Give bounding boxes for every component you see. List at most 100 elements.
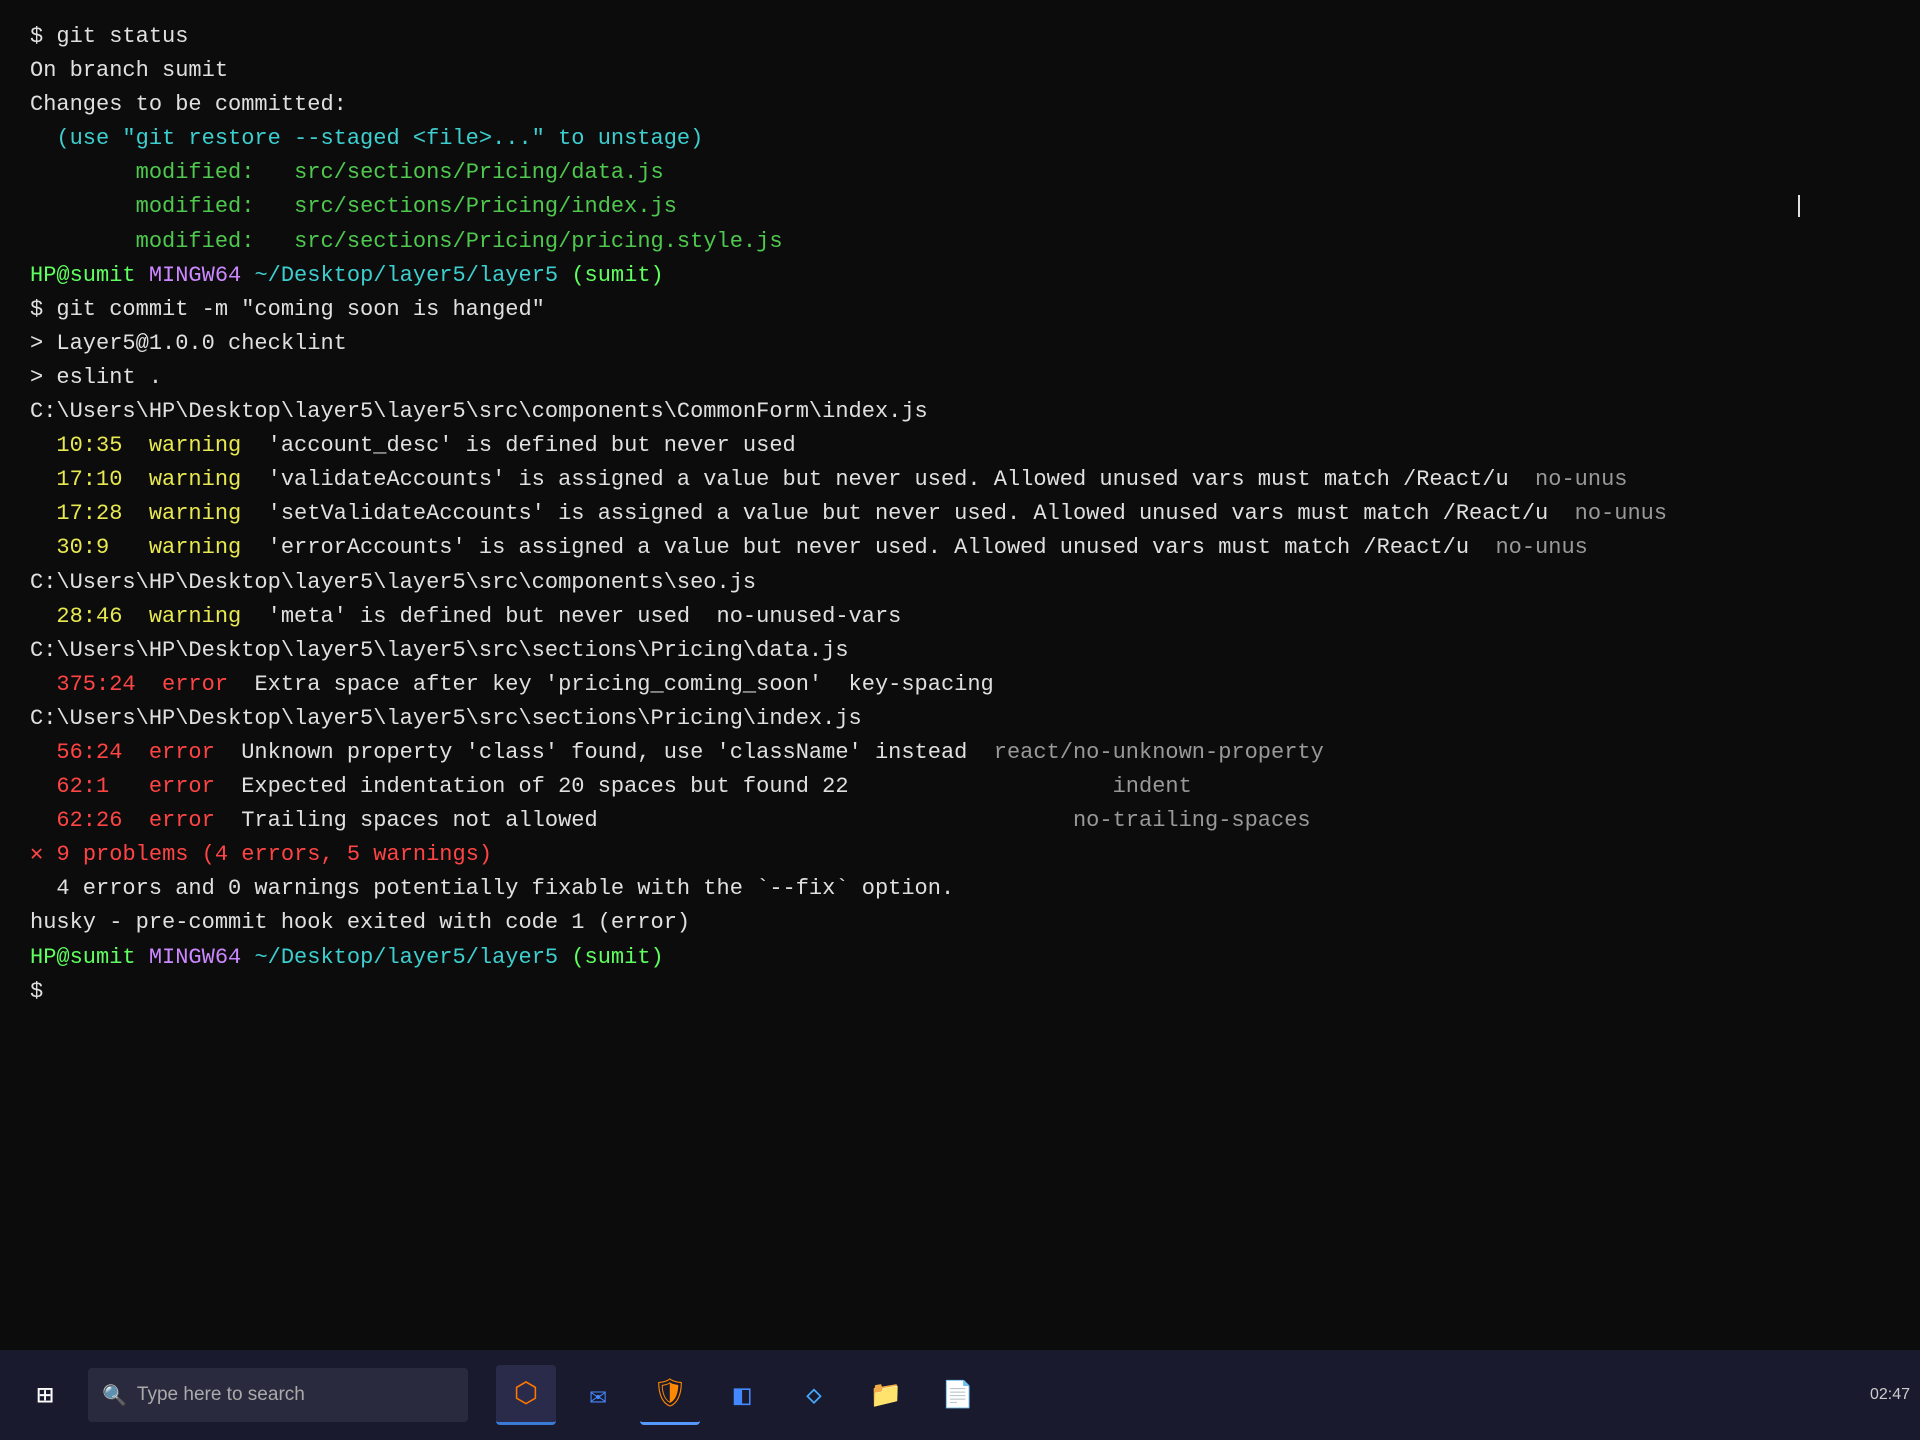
- taskbar-icon-mail[interactable]: ✉: [568, 1365, 628, 1425]
- terminal-text: $ git commit -m "coming soon is hanged": [30, 297, 545, 322]
- terminal-text: $ git status: [30, 24, 188, 49]
- diamond-icon: ◇: [806, 1380, 822, 1411]
- terminal-text: husky - pre-commit hook exited with code…: [30, 910, 690, 935]
- terminal-line-file1: C:\Users\HP\Desktop\layer5\layer5\src\co…: [30, 395, 1890, 429]
- terminal-text: C:\Users\HP\Desktop\layer5\layer5\src\co…: [30, 570, 756, 595]
- taskbar-icon-group: ⬡ ✉ 🛡 ◧ ◇ 📁 📄: [496, 1365, 988, 1425]
- terminal-text: 'setValidateAccounts' is assigned a valu…: [268, 501, 1549, 526]
- terminal-line-changes-line: Changes to be committed:: [30, 88, 1890, 122]
- terminal-line-err4: 62:26 error Trailing spaces not allowed …: [30, 804, 1890, 838]
- terminal-text: modified:: [136, 160, 294, 185]
- terminal-cursor: [1798, 195, 1800, 217]
- taskbar-clock: 02:47: [1870, 1386, 1910, 1404]
- windows-start-button[interactable]: ⊞: [10, 1360, 80, 1430]
- terminal-line-file3: C:\Users\HP\Desktop\layer5\layer5\src\se…: [30, 634, 1890, 668]
- terminal-text: (sumit): [571, 945, 663, 970]
- taskbar-search-box[interactable]: 🔍 Type here to search: [88, 1368, 468, 1422]
- git-icon: ⬡: [514, 1376, 538, 1411]
- terminal-line-warn4: 30:9 warning 'errorAccounts' is assigned…: [30, 531, 1890, 565]
- terminal-text: src/sections/Pricing/index.js: [294, 194, 677, 219]
- terminal-line-prompt2: HP@sumit MINGW64 ~/Desktop/layer5/layer5…: [30, 941, 1890, 975]
- terminal-text: 17:10 warning: [30, 467, 268, 492]
- taskbar-icon-diamond[interactable]: ◇: [784, 1365, 844, 1425]
- terminal-text: [30, 194, 136, 219]
- terminal-text: 375:24 error: [30, 672, 254, 697]
- taskbar-icon-folder[interactable]: 📁: [856, 1365, 916, 1425]
- terminal-text: MINGW64: [149, 945, 255, 970]
- terminal-window: $ git status On branch sumit Changes to be…: [0, 0, 1920, 1350]
- terminal-text: 62:26 error: [30, 808, 241, 833]
- terminal-text: 30:9 warning: [30, 535, 268, 560]
- terminal-text: HP@sumit: [30, 263, 149, 288]
- terminal-text: src/sections/Pricing/pricing.style.js: [294, 229, 782, 254]
- terminal-text: react/no-unknown-property: [967, 740, 1323, 765]
- terminal-line-warn5: 28:46 warning 'meta' is defined but neve…: [30, 600, 1890, 634]
- terminal-text: C:\Users\HP\Desktop\layer5\layer5\src\co…: [30, 399, 928, 424]
- terminal-text: Expected indentation of 20 spaces but fo…: [241, 774, 848, 799]
- shield-icon: 🛡: [652, 1376, 688, 1411]
- terminal-text: no-unus: [1548, 501, 1667, 526]
- terminal-line-mod2: modified: src/sections/Pricing/index.js: [30, 190, 1890, 224]
- terminal-text: ~/Desktop/layer5/layer5: [254, 945, 571, 970]
- terminal-text: no-unus: [1469, 535, 1588, 560]
- taskbar-icon-file[interactable]: 📄: [928, 1365, 988, 1425]
- terminal-line-err1: 375:24 error Extra space after key 'pric…: [30, 668, 1890, 702]
- terminal-line-unstage-hint: (use "git restore --staged <file>..." to…: [30, 122, 1890, 156]
- terminal-text: > eslint .: [30, 365, 162, 390]
- terminal-line-commit-cmd: $ git commit -m "coming soon is hanged": [30, 293, 1890, 327]
- clock-display: 02:47: [1870, 1386, 1910, 1403]
- terminal-text: On branch sumit: [30, 58, 228, 83]
- windows-icon: ⊞: [37, 1378, 54, 1413]
- taskbar-icon-shield[interactable]: 🛡: [640, 1365, 700, 1425]
- taskbar: ⊞ 🔍 Type here to search ⬡ ✉ 🛡 ◧ ◇ 📁 📄 02…: [0, 1350, 1920, 1440]
- terminal-text: $: [30, 979, 56, 1004]
- terminal-text: 4 errors and 0 warnings potentially fixa…: [30, 876, 954, 901]
- terminal-line-branch-line: On branch sumit: [30, 54, 1890, 88]
- taskbar-icon-vscode[interactable]: ◧: [712, 1365, 772, 1425]
- terminal-text: 'meta' is defined but never used no-unus…: [268, 604, 902, 629]
- search-icon: 🔍: [102, 1383, 127, 1408]
- terminal-line-summary: ✕ 9 problems (4 errors, 5 warnings): [30, 838, 1890, 872]
- terminal-line-err2: 56:24 error Unknown property 'class' fou…: [30, 736, 1890, 770]
- terminal-line-git-status-cmd: $ git status: [30, 20, 1890, 54]
- terminal-line-mod1: modified: src/sections/Pricing/data.js: [30, 156, 1890, 190]
- terminal-text: src/sections/Pricing/data.js: [294, 160, 664, 185]
- terminal-line-fixable: 4 errors and 0 warnings potentially fixa…: [30, 872, 1890, 906]
- terminal-text: Trailing spaces not allowed: [241, 808, 597, 833]
- terminal-line-file2: C:\Users\HP\Desktop\layer5\layer5\src\co…: [30, 566, 1890, 600]
- terminal-text: [30, 229, 136, 254]
- terminal-text: 'account_desc' is defined but never used: [268, 433, 796, 458]
- terminal-text: Unknown property 'class' found, use 'cla…: [241, 740, 967, 765]
- terminal-text: ~/Desktop/layer5/layer5: [254, 263, 571, 288]
- terminal-text: no-unus: [1509, 467, 1628, 492]
- terminal-text: > Layer5@1.0.0 checklint: [30, 331, 347, 356]
- terminal-text: Changes to be committed:: [30, 92, 347, 117]
- terminal-text: 56:24 error: [30, 740, 241, 765]
- terminal-line-warn3: 17:28 warning 'setValidateAccounts' is a…: [30, 497, 1890, 531]
- terminal-text: 28:46 warning: [30, 604, 268, 629]
- terminal-text: no-trailing-spaces: [598, 808, 1311, 833]
- terminal-text: 62:1 error: [30, 774, 241, 799]
- terminal-line-mod3: modified: src/sections/Pricing/pricing.s…: [30, 225, 1890, 259]
- terminal-text: HP@sumit: [30, 945, 149, 970]
- terminal-line-prompt1: HP@sumit MINGW64 ~/Desktop/layer5/layer5…: [30, 259, 1890, 293]
- terminal-text: modified:: [136, 229, 294, 254]
- terminal-line-err3: 62:1 error Expected indentation of 20 sp…: [30, 770, 1890, 804]
- search-placeholder: Type here to search: [137, 1384, 305, 1406]
- folder-icon: 📁: [870, 1380, 902, 1411]
- terminal-text: Extra space after key 'pricing_coming_so…: [254, 672, 993, 697]
- terminal-text: 'validateAccounts' is assigned a value b…: [268, 467, 1509, 492]
- terminal-text: (sumit): [571, 263, 663, 288]
- terminal-text: MINGW64: [149, 263, 255, 288]
- terminal-text: [30, 160, 136, 185]
- terminal-text: 'errorAccounts' is assigned a value but …: [268, 535, 1469, 560]
- taskbar-icon-git[interactable]: ⬡: [496, 1365, 556, 1425]
- mail-icon: ✉: [590, 1378, 607, 1413]
- terminal-line-warn1: 10:35 warning 'account_desc' is defined …: [30, 429, 1890, 463]
- terminal-text: (use "git restore --staged <file>..." to…: [30, 126, 703, 151]
- terminal-text: modified:: [136, 194, 294, 219]
- file-icon: 📄: [942, 1380, 974, 1411]
- terminal-text: 10:35 warning: [30, 433, 268, 458]
- terminal-line-warn2: 17:10 warning 'validateAccounts' is assi…: [30, 463, 1890, 497]
- terminal-line-prompt3: $: [30, 975, 1890, 1009]
